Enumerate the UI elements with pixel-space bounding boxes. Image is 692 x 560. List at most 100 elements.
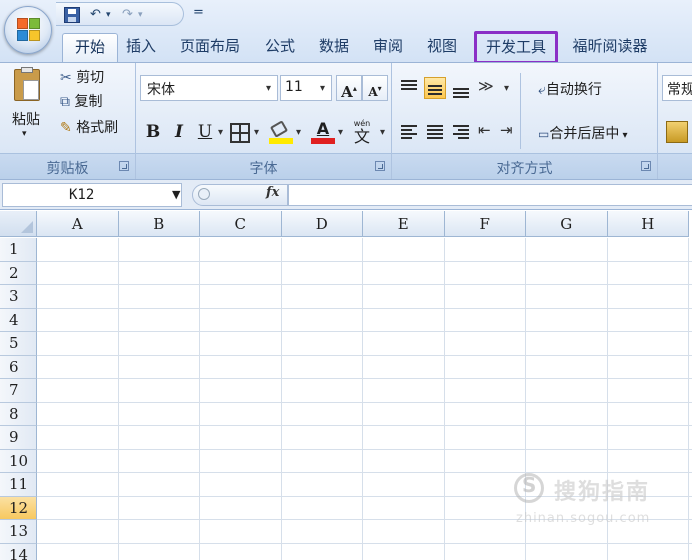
wrap-text-icon: ⤶ (538, 82, 546, 98)
customize-toolbar-icon[interactable]: = (193, 5, 204, 20)
cancel-icon[interactable] (198, 188, 210, 200)
worksheet-grid[interactable]: ABCDEFGH 1 2 3 4 5 6 7 8 9 10 11 12 13 14 (0, 211, 692, 560)
tab-data[interactable]: 数据 (312, 33, 356, 61)
decrease-indent-icon[interactable]: ⇤ (478, 121, 500, 143)
row-header-3[interactable]: 3 (0, 285, 37, 309)
clipboard-group: 粘贴 ▾ ✂ 剪切 ⧉ 复制 ✎ 格式刷 剪贴板 (0, 63, 136, 179)
row-header-5[interactable]: 5 (0, 332, 37, 356)
watermark-text: 搜狗指南 (554, 480, 651, 505)
wrap-text-button[interactable]: ⤶自动换行 (538, 79, 602, 99)
row-header-11[interactable]: 11 (0, 473, 37, 497)
tab-insert[interactable]: 插入 (120, 33, 162, 61)
font-color-dropdown-icon[interactable]: ▾ (338, 127, 343, 138)
tab-view[interactable]: 视图 (420, 33, 464, 61)
align-right-button[interactable] (450, 121, 472, 143)
font-name-value: 宋体 (147, 82, 175, 98)
redo-dropdown-icon[interactable]: ▾ (138, 6, 143, 24)
redo-icon[interactable]: ↷ (122, 6, 133, 24)
font-name-select[interactable]: 宋体 ▾ (140, 75, 278, 101)
tab-formulas[interactable]: 公式 (258, 33, 302, 61)
watermark-logo-letter: S (522, 473, 537, 497)
orientation-icon[interactable]: ≫ (478, 77, 500, 99)
paste-label: 粘贴 (12, 112, 40, 128)
column-header-e[interactable]: E (363, 211, 445, 237)
font-color-label: A (316, 119, 330, 138)
row-header-6[interactable]: 6 (0, 355, 37, 379)
row-header-13[interactable]: 13 (0, 520, 37, 544)
undo-icon[interactable]: ↶ (90, 6, 101, 24)
format-painter-button[interactable]: ✎ 格式刷 (60, 117, 118, 137)
orientation-dropdown-icon[interactable]: ▾ (504, 83, 509, 94)
number-format-select[interactable]: 常规 (662, 75, 692, 101)
align-left-button[interactable] (398, 121, 420, 143)
name-box-dropdown-icon[interactable]: ▼ (172, 188, 180, 201)
tab-home[interactable]: 开始 (62, 33, 118, 63)
font-color-button[interactable]: A (310, 119, 336, 145)
italic-button[interactable]: I (168, 119, 190, 145)
tab-developer[interactable]: 开发工具 (474, 31, 558, 64)
formula-input[interactable] (288, 184, 692, 206)
paste-button[interactable]: 粘贴 ▾ (6, 67, 50, 151)
align-center-button[interactable] (424, 121, 446, 143)
phonetic-button[interactable]: wén 文 (348, 119, 376, 147)
paste-dropdown-icon[interactable]: ▾ (22, 129, 27, 139)
shrink-font-button[interactable]: A▾ (362, 75, 388, 101)
grow-font-label: A (341, 83, 353, 101)
row-header-1[interactable]: 1 (0, 238, 37, 262)
row-header-7[interactable]: 7 (0, 379, 37, 403)
copy-button[interactable]: ⧉ 复制 (60, 91, 102, 111)
tab-page-layout[interactable]: 页面布局 (172, 33, 248, 61)
column-header-h[interactable]: H (607, 211, 689, 237)
row-header-9[interactable]: 9 (0, 426, 37, 450)
font-launcher-icon[interactable] (375, 161, 385, 171)
row-header-14[interactable]: 14 (0, 543, 37, 560)
merge-center-label: 合并后居中 (549, 126, 620, 142)
alignment-launcher-icon[interactable] (641, 161, 651, 171)
row-header-2[interactable]: 2 (0, 261, 37, 285)
fill-color-button[interactable] (268, 120, 294, 145)
insert-function-button[interactable]: fx (266, 185, 279, 200)
column-header-f[interactable]: F (444, 211, 526, 237)
clipboard-launcher-icon[interactable] (119, 161, 129, 171)
select-all-button[interactable] (0, 211, 37, 237)
fill-color-dropdown-icon[interactable]: ▾ (296, 127, 301, 138)
phonetic-dropdown-icon[interactable]: ▾ (380, 127, 385, 138)
paste-icon (14, 67, 40, 101)
save-icon[interactable] (64, 7, 80, 23)
clipboard-footer: 剪贴板 (0, 153, 135, 179)
chevron-down-icon: ▾ (319, 83, 325, 94)
column-header-b[interactable]: B (118, 211, 200, 237)
column-header-g[interactable]: G (526, 211, 608, 237)
currency-icon[interactable] (666, 121, 688, 143)
column-header-c[interactable]: C (200, 211, 282, 237)
font-group-label: 字体 (249, 161, 278, 177)
underline-dropdown-icon[interactable]: ▾ (218, 127, 223, 138)
column-header-d[interactable]: D (281, 211, 363, 237)
align-middle-button[interactable] (424, 77, 446, 99)
tab-foxit-reader[interactable]: 福昕阅读器 (564, 33, 656, 61)
row-header-8[interactable]: 8 (0, 402, 37, 426)
office-button[interactable] (4, 6, 52, 54)
bold-button[interactable]: B (142, 119, 164, 145)
align-top-button[interactable] (398, 77, 420, 99)
column-header-a[interactable]: A (37, 211, 119, 237)
cut-button[interactable]: ✂ 剪切 (60, 67, 104, 87)
font-size-value: 11 (285, 79, 303, 95)
formula-bar: K12 ▼ fx (0, 180, 692, 210)
alignment-group-label: 对齐方式 (496, 161, 553, 177)
chevron-down-icon: ▾ (619, 130, 628, 141)
row-header-10[interactable]: 10 (0, 449, 37, 473)
underline-button[interactable]: U (194, 119, 216, 145)
font-size-select[interactable]: 11 ▾ (280, 75, 332, 101)
borders-dropdown-icon[interactable]: ▾ (254, 127, 259, 138)
row-header-12[interactable]: 12 (0, 496, 37, 520)
tab-review[interactable]: 审阅 (366, 33, 410, 61)
align-bottom-button[interactable] (450, 77, 472, 99)
increase-indent-icon[interactable]: ⇥ (500, 121, 522, 143)
row-header-4[interactable]: 4 (0, 308, 37, 332)
undo-dropdown-icon[interactable]: ▾ (106, 6, 111, 24)
grow-font-button[interactable]: A▴ (336, 75, 362, 101)
merge-center-button[interactable]: ▭合并后居中 ▾ (538, 123, 628, 143)
borders-button[interactable] (230, 123, 250, 143)
name-box[interactable]: K12 (2, 183, 182, 207)
